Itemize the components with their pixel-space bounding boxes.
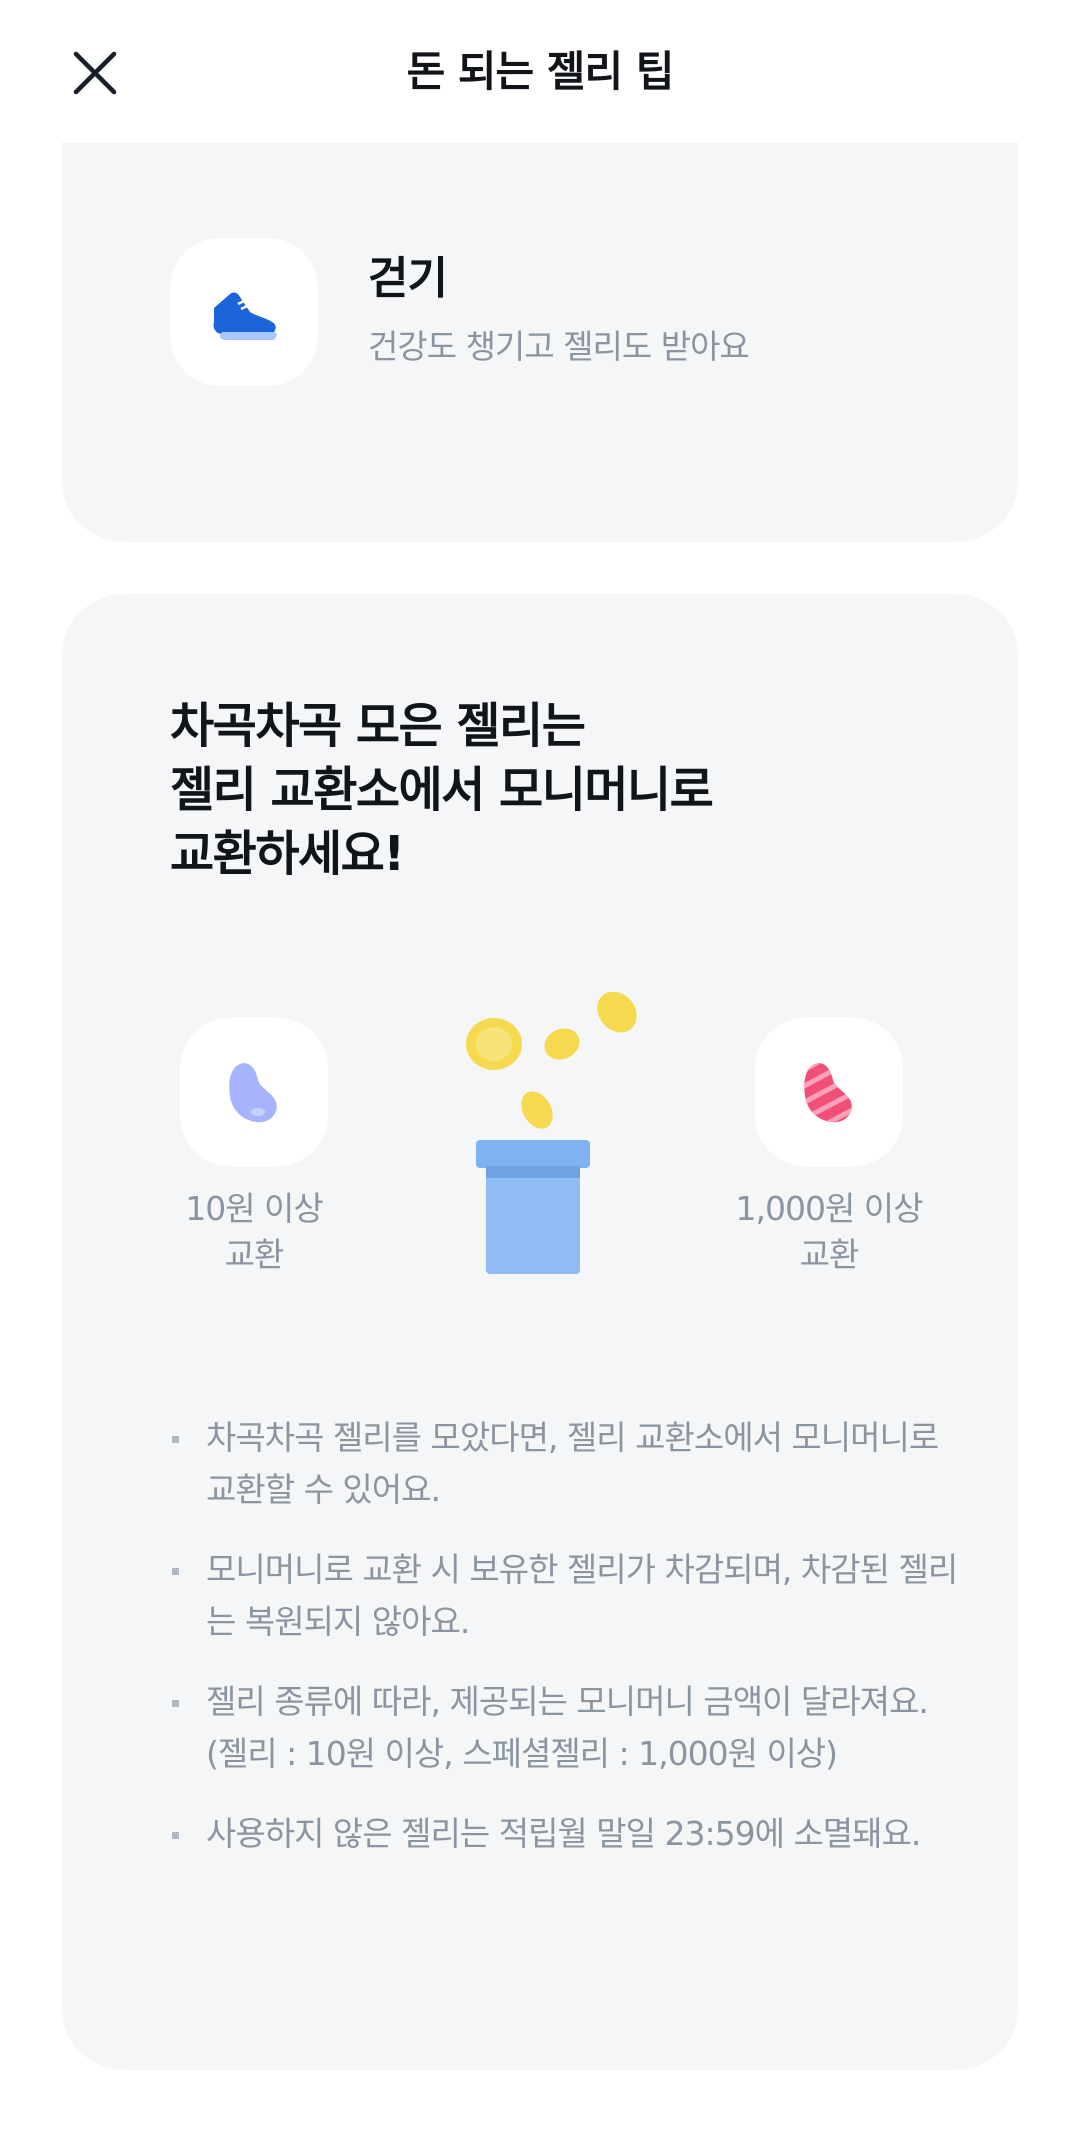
headline-line-3: 교환하세요! bbox=[170, 826, 405, 882]
walk-icon-tile bbox=[170, 238, 318, 386]
special-jelly-tile bbox=[755, 1018, 903, 1166]
exchange-notes: 차곡차곡 젤리를 모았다면, 젤리 교환소에서 모니머니로 교환할 수 있어요.… bbox=[170, 1412, 970, 1888]
box-body bbox=[486, 1166, 580, 1274]
headline-line-1: 차곡차곡 모은 젤리는 bbox=[170, 698, 586, 754]
box-lid bbox=[476, 1140, 590, 1168]
page-title: 돈 되는 젤리 팁 bbox=[406, 47, 675, 96]
special-jelly-label: 교환 bbox=[799, 1235, 860, 1274]
coin-icon bbox=[466, 1018, 522, 1070]
coin-icon bbox=[544, 1028, 580, 1060]
walk-title: 걷기 bbox=[368, 253, 448, 304]
basic-jelly-tile bbox=[180, 1018, 328, 1166]
headline-line-2: 젤리 교환소에서 모니머니로 bbox=[170, 762, 714, 818]
striped-pink-jelly-bean-icon bbox=[804, 1063, 852, 1123]
walk-card[interactable]: 걷기 건강도 챙기고 젤리도 받아요 bbox=[62, 142, 1018, 542]
sneaker-icon bbox=[213, 292, 277, 340]
list-item: 사용하지 않은 젤리는 적립월 말일 23:59에 소멸돼요. bbox=[170, 1808, 970, 1860]
exchange-card: 차곡차곡 모은 젤리는 젤리 교환소에서 모니머니로 교환하세요! 10원 이상… bbox=[62, 594, 1018, 2070]
basic-jelly-amount: 10원 이상 bbox=[185, 1189, 324, 1228]
list-item: 모니머니로 교환 시 보유한 젤리가 차감되며, 차감된 젤리는 복원되지 않아… bbox=[170, 1544, 970, 1648]
header: 돈 되는 젤리 팁 bbox=[0, 0, 1080, 142]
walk-subtitle: 건강도 챙기고 젤리도 받아요 bbox=[368, 327, 750, 366]
coin-icon bbox=[521, 1091, 553, 1129]
list-item: 차곡차곡 젤리를 모았다면, 젤리 교환소에서 모니머니로 교환할 수 있어요. bbox=[170, 1412, 970, 1516]
exchange-headline: 차곡차곡 모은 젤리는 젤리 교환소에서 모니머니로 교환하세요! bbox=[170, 694, 930, 886]
list-item: 젤리 종류에 따라, 제공되는 모니머니 금액이 달라져요. (젤리 : 10원… bbox=[170, 1676, 970, 1780]
coins-box-illustration bbox=[466, 992, 637, 1274]
blue-jelly-bean-icon bbox=[229, 1063, 277, 1123]
special-jelly-amount: 1,000원 이상 bbox=[735, 1189, 923, 1228]
coin-icon bbox=[597, 992, 637, 1033]
special-jelly-caption: 1,000원 이상 교환 bbox=[699, 1186, 959, 1278]
basic-jelly-caption: 10원 이상 교환 bbox=[124, 1186, 384, 1278]
basic-jelly-label: 교환 bbox=[224, 1235, 285, 1274]
